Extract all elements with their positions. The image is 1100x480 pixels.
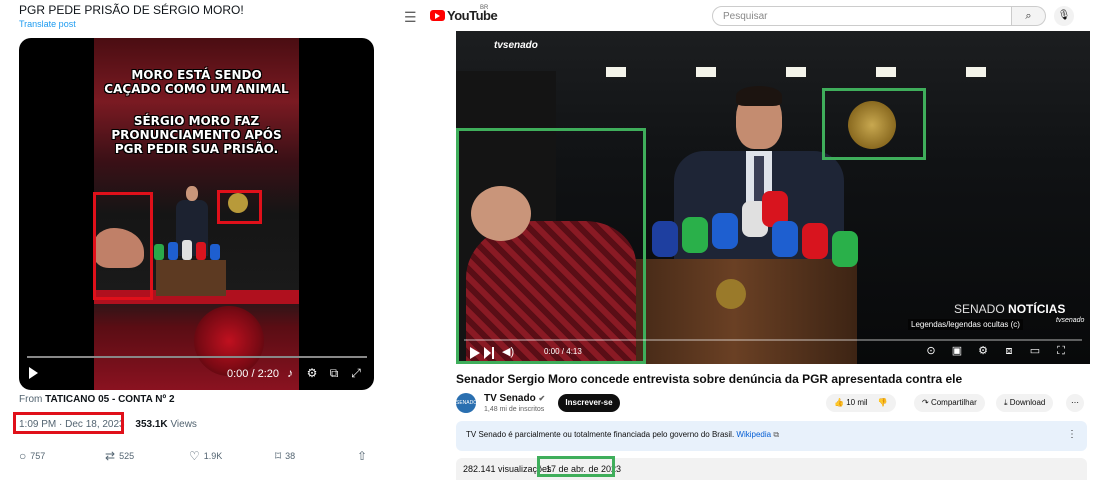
microphone-icon (832, 231, 858, 267)
overlay-text-line: MORO ESTÁ SENDO (131, 68, 262, 82)
fullscreen-icon[interactable]: ⤢ (349, 366, 363, 380)
next-icon[interactable] (484, 347, 491, 359)
repost-icon: ⇄ (105, 449, 116, 463)
bookmark-button[interactable]: ⌑ 38 (275, 449, 295, 463)
video-title: Senador Sergio Moro concede entrevista s… (456, 372, 963, 386)
funding-info-panel: TV Senado é parcialmente ou totalmente f… (456, 421, 1087, 451)
corner-logo: tvsenado (1056, 317, 1085, 324)
youtube-panel: ☰ YouTube BR Pesquisar ⌕ 🎙 tvsenado SENA… (398, 0, 1100, 480)
from-line: From TATICANO 05 - CONTA Nº 2 (19, 394, 175, 405)
more-icon: ⋯ (1071, 398, 1079, 407)
share-icon: ⇧ (357, 449, 368, 463)
settings-icon[interactable]: ⚙ (976, 344, 990, 358)
views-count: 353.1K (135, 419, 168, 430)
microphones-icon (154, 240, 220, 260)
microphone-icon (802, 223, 828, 259)
youtube-video-player[interactable]: tvsenado SENADO NOTÍCIAS Legendas/legend… (456, 31, 1090, 364)
thumbs-down-icon[interactable]: 👎 (878, 398, 888, 407)
pip-icon[interactable]: ⧉ (327, 366, 341, 380)
more-icon[interactable]: ⋮ (1067, 429, 1077, 440)
download-icon: ⤓ (1004, 398, 1008, 407)
highlight-box-emblem (217, 190, 262, 224)
volume-icon[interactable]: ♪ (283, 366, 297, 380)
thumbs-up-icon: 👍 (834, 398, 844, 407)
next-icon-bar (492, 347, 494, 359)
search-button[interactable]: ⌕ (1012, 6, 1046, 26)
channel-name[interactable]: TV Senado ✔ (484, 393, 545, 404)
highlight-box-man (93, 192, 153, 300)
podium (156, 260, 226, 296)
program-banner: SENADO NOTÍCIAS (954, 302, 1066, 316)
search-icon: ⌕ (1025, 10, 1032, 22)
video-progress-bar[interactable] (27, 356, 367, 358)
miniplayer-icon[interactable]: ⧈ (1002, 344, 1016, 358)
channel-avatar[interactable]: SENADO (456, 393, 477, 413)
wikipedia-link[interactable]: Wikipedia (736, 430, 771, 439)
share-button[interactable]: ⇧ (357, 449, 371, 463)
video-time: 0:00 / 4:13 (544, 347, 582, 356)
logo-region: BR (480, 5, 489, 11)
youtube-logo-text[interactable]: YouTube (447, 8, 498, 23)
captions-tooltip: Legendas/legendas ocultas (c) (908, 319, 1023, 330)
podium-emblem-icon (716, 279, 746, 309)
reply-icon: ○ (19, 449, 27, 463)
captions-icon[interactable]: ▣ (950, 344, 964, 358)
heart-icon: ♡ (189, 449, 200, 463)
highlight-box-date (537, 456, 615, 477)
more-actions-button[interactable]: ⋯ (1066, 394, 1084, 412)
from-prefix: From (19, 394, 43, 405)
highlight-box-man (456, 128, 646, 364)
subscribe-button[interactable]: Inscrever-se (558, 394, 620, 412)
mic-icon[interactable]: 🎙 (1054, 6, 1074, 26)
video-time: 0:00 / 2:20 (227, 368, 279, 380)
ceiling-light (606, 67, 626, 77)
fullscreen-icon[interactable]: ⛶ (1054, 344, 1068, 358)
download-button[interactable]: ⤓ Download (996, 394, 1054, 412)
highlight-box-emblem (822, 88, 926, 160)
tweet-text: PGR PEDE PRISÃO DE SÉRGIO MORO! (19, 3, 244, 17)
share-button[interactable]: ↷ Compartilhar (914, 394, 985, 412)
highlight-box-date (13, 412, 124, 434)
overlay-text-line: PRONUNCIAMENTO APÓS (111, 128, 282, 142)
microphone-icon (772, 221, 798, 257)
microphone-icon (682, 217, 708, 253)
like-button[interactable]: ♡ 1.9K (189, 449, 222, 463)
overlay-text-line: PGR PEDIR SUA PRISÃO. (114, 142, 279, 156)
microphone-icon (712, 213, 738, 249)
views-label: Views (170, 419, 197, 430)
studio-decor (194, 306, 264, 376)
subscriber-count: 1,48 mi de inscritos (484, 406, 545, 413)
settings-icon[interactable]: ⚙ (305, 366, 319, 380)
volume-icon[interactable]: ◀) (502, 345, 514, 358)
video-progress-bar[interactable] (464, 339, 1082, 341)
speaker-hair (736, 86, 782, 106)
like-button[interactable]: 👍 10 mil 👎 (826, 394, 896, 412)
search-input[interactable]: Pesquisar (712, 6, 1012, 26)
repost-button[interactable]: ⇄ 525 (105, 449, 134, 463)
external-link-icon: ⧉ (773, 430, 780, 439)
overlay-text-line: SÉRGIO MORO FAZ (133, 114, 260, 128)
play-icon[interactable] (470, 347, 480, 359)
ceiling-light (966, 67, 986, 77)
channel-watermark: tvsenado (494, 40, 538, 51)
from-account[interactable]: TATICANO 05 - CONTA Nº 2 (45, 394, 174, 405)
ceiling-light (696, 67, 716, 77)
tweet-video-player[interactable]: MORO ESTÁ SENDO CAÇADO COMO UM ANIMAL SÉ… (19, 38, 374, 390)
ceiling-light (876, 67, 896, 77)
play-icon[interactable] (29, 367, 38, 379)
theater-icon[interactable]: ▭ (1028, 344, 1042, 358)
verified-icon: ✔ (538, 394, 546, 403)
bookmark-icon: ⌑ (275, 449, 282, 463)
overlay-text-line: CAÇADO COMO UM ANIMAL (104, 82, 289, 96)
translate-post-link[interactable]: Translate post (19, 19, 76, 29)
tweet-panel: PGR PEDE PRISÃO DE SÉRGIO MORO! Translat… (0, 0, 398, 480)
tweet-actions: ○ 757 ⇄ 525 ♡ 1.9K ⌑ 38 ⇧ (19, 449, 374, 463)
share-icon: ↷ (922, 398, 929, 407)
logo-play-icon (435, 13, 440, 19)
reply-button[interactable]: ○ 757 (19, 449, 45, 463)
autoplay-toggle-icon[interactable]: ⊙ (924, 344, 938, 358)
menu-icon[interactable]: ☰ (404, 9, 417, 26)
ceiling-light (786, 67, 806, 77)
